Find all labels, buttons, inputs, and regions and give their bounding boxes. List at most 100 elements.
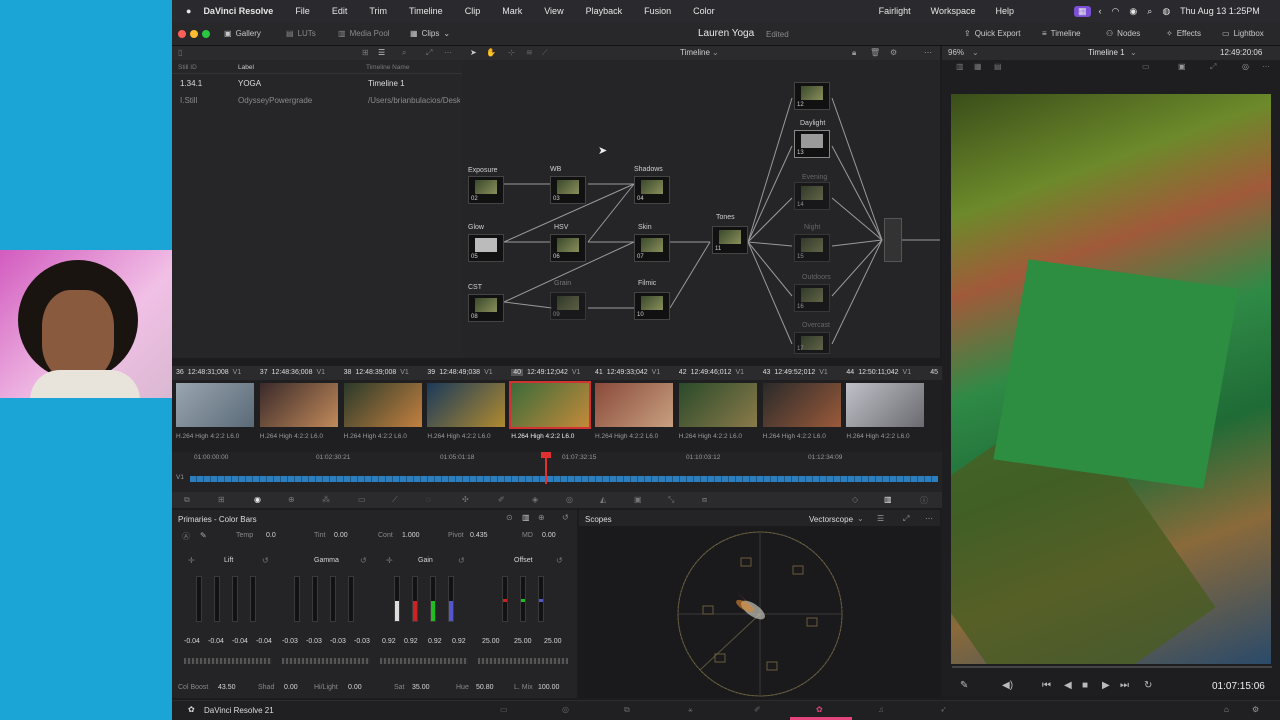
gain-master-value[interactable]: 0.92	[382, 638, 396, 645]
menu-mark[interactable]: Mark	[502, 6, 522, 16]
node-editor[interactable]: ➤ ✋ ⊹ ≋ ⟋ Timeline ⌄ 🔒︎ 🗑︎ ⚙︎ ⋯ Exposure…	[462, 46, 940, 358]
sizing-icon[interactable]: ⤡	[668, 495, 674, 505]
clip-thumbnail[interactable]	[427, 383, 506, 427]
viewer-frame[interactable]	[951, 94, 1271, 664]
chevron-down-icon[interactable]: ⌄	[857, 514, 864, 523]
gallery-tab[interactable]: Gallery	[236, 29, 261, 38]
tracker-icon[interactable]: ◈	[532, 495, 538, 504]
control-center-icon[interactable]: ◉	[1129, 6, 1137, 17]
grid-icon[interactable]: ▤	[994, 62, 1002, 71]
media-pool-tab[interactable]: Media Pool	[350, 29, 390, 38]
col-label[interactable]: Label	[238, 64, 254, 71]
highlight-icon[interactable]: ◎	[1242, 62, 1249, 71]
dropper-icon[interactable]: ✎	[960, 680, 968, 691]
volume-icon[interactable]: ◀︎)	[1002, 680, 1013, 691]
luts-tab[interactable]: LUTs	[298, 29, 316, 38]
reset-all-icon[interactable]: ↺	[562, 513, 569, 522]
hue-value[interactable]: 50.80	[476, 684, 494, 691]
lock-icon[interactable]: 🔒︎	[852, 48, 856, 58]
col-timeline-name[interactable]: Timeline Name	[366, 64, 409, 71]
contrast-value[interactable]: 1.000	[402, 532, 420, 539]
layer-icon[interactable]: ≋	[526, 48, 533, 57]
first-frame-icon[interactable]: ⏮	[1042, 680, 1051, 691]
node-daylight[interactable]: 13	[794, 130, 830, 158]
pivot-value[interactable]: 0.435	[470, 532, 488, 539]
lift-green-value[interactable]: -0.04	[232, 638, 248, 645]
node-editor-title[interactable]: Timeline	[680, 48, 710, 57]
gamma-master-value[interactable]: -0.03	[282, 638, 298, 645]
last-frame-icon[interactable]: ⏭	[1120, 680, 1129, 691]
more-icon[interactable]: ⋯	[1262, 62, 1270, 71]
gamma-blue-value[interactable]: -0.03	[354, 638, 370, 645]
menu-trim[interactable]: Trim	[369, 6, 387, 16]
more-icon[interactable]: ⋯	[924, 48, 932, 57]
node-tones[interactable]: 11	[712, 226, 748, 254]
zoom-icon[interactable]: ⊕	[538, 513, 545, 522]
fusion-node-icon[interactable]: ✐	[754, 705, 761, 714]
deliver-page-icon[interactable]: ➶	[940, 705, 947, 714]
node-exposure[interactable]: 02	[468, 176, 504, 204]
tint-value[interactable]: 0.00	[334, 532, 348, 539]
overlay-icon[interactable]: ▭	[1142, 62, 1150, 71]
list-view-icon[interactable]: ☰	[378, 48, 385, 57]
reset-icon[interactable]: ↺	[458, 556, 465, 565]
chevron-down-icon[interactable]: ⌄	[972, 48, 979, 57]
split-icon[interactable]: ▥	[956, 62, 964, 71]
gamma-green-value[interactable]: -0.03	[330, 638, 346, 645]
home-icon[interactable]: ⌂	[1224, 705, 1229, 714]
node-skin[interactable]: 07	[634, 234, 670, 262]
lift-red-value[interactable]: -0.04	[208, 638, 224, 645]
node-grain[interactable]: 09	[550, 292, 586, 320]
offset-green-slider[interactable]	[520, 576, 526, 622]
lift-master-slider[interactable]	[196, 576, 202, 622]
gain-green-slider[interactable]	[430, 576, 436, 622]
temp-value[interactable]: 0.0	[266, 532, 276, 539]
3d-icon[interactable]: ⧈	[702, 495, 707, 505]
search-icon[interactable]: ⌕	[402, 48, 406, 58]
clip-thumbnail[interactable]	[343, 383, 422, 427]
clip-thumbnail[interactable]	[176, 383, 254, 427]
gain-red-value[interactable]: 0.92	[404, 638, 418, 645]
col-still-id[interactable]: Still ID	[178, 64, 197, 71]
settings-icon[interactable]: ☰	[877, 514, 884, 523]
node-hsv[interactable]: 06	[550, 234, 586, 262]
expand-icon[interactable]: ⤢	[903, 514, 909, 524]
gamma-red-slider[interactable]	[312, 576, 318, 622]
node-12[interactable]: 12	[794, 82, 830, 110]
reset-icon[interactable]: ↺	[262, 556, 269, 565]
gain-green-value[interactable]: 0.92	[428, 638, 442, 645]
info-icon[interactable]: ◇	[852, 495, 858, 504]
gamma-jog-wheel[interactable]	[282, 658, 370, 664]
offset-red-value[interactable]: 25.00	[482, 638, 500, 645]
offset-jog-wheel[interactable]	[478, 658, 568, 664]
node-night[interactable]: 15	[794, 234, 830, 262]
apple-icon[interactable]: ●	[186, 6, 191, 16]
col-boost-value[interactable]: 43.50	[218, 684, 236, 691]
crosshair-icon[interactable]: ✛	[188, 556, 195, 565]
lift-red-slider[interactable]	[214, 576, 220, 622]
menu-view[interactable]: View	[544, 6, 563, 16]
chevron-down-icon[interactable]: ⌄	[1130, 48, 1137, 57]
menu-workspace[interactable]: Workspace	[931, 6, 976, 16]
lightbox-button[interactable]: Lightbox	[1234, 29, 1264, 38]
status-icon[interactable]: ▦	[1074, 5, 1091, 17]
table-row[interactable]: 1.34.1 YOGA Timeline 1	[172, 76, 462, 92]
clip-thumbnail[interactable]	[678, 383, 757, 427]
qualifier-icon[interactable]: ✣	[462, 495, 469, 504]
gallery-sidebar-icon[interactable]: ▯	[178, 48, 182, 57]
node-overcast[interactable]: 17	[794, 332, 830, 354]
camera-raw-icon[interactable]: ⧉	[184, 495, 190, 505]
viewer-scrubber[interactable]	[952, 666, 1272, 668]
cut-page-icon[interactable]: ◎	[562, 705, 569, 714]
lift-master-value[interactable]: -0.04	[184, 638, 200, 645]
key-icon[interactable]: ▣	[634, 495, 642, 504]
pointer-icon[interactable]: ➤	[470, 48, 477, 57]
effects-button[interactable]: Effects	[1177, 29, 1201, 38]
gamma-blue-slider[interactable]	[348, 576, 354, 622]
lmix-value[interactable]: 100.00	[538, 684, 559, 691]
info-circle-icon[interactable]: ⓘ	[920, 495, 928, 506]
layer-mixer-node[interactable]	[884, 218, 902, 262]
color-page-icon[interactable]: ✿	[816, 705, 823, 714]
close-window-icon[interactable]	[178, 30, 186, 38]
lift-blue-slider[interactable]	[250, 576, 256, 622]
